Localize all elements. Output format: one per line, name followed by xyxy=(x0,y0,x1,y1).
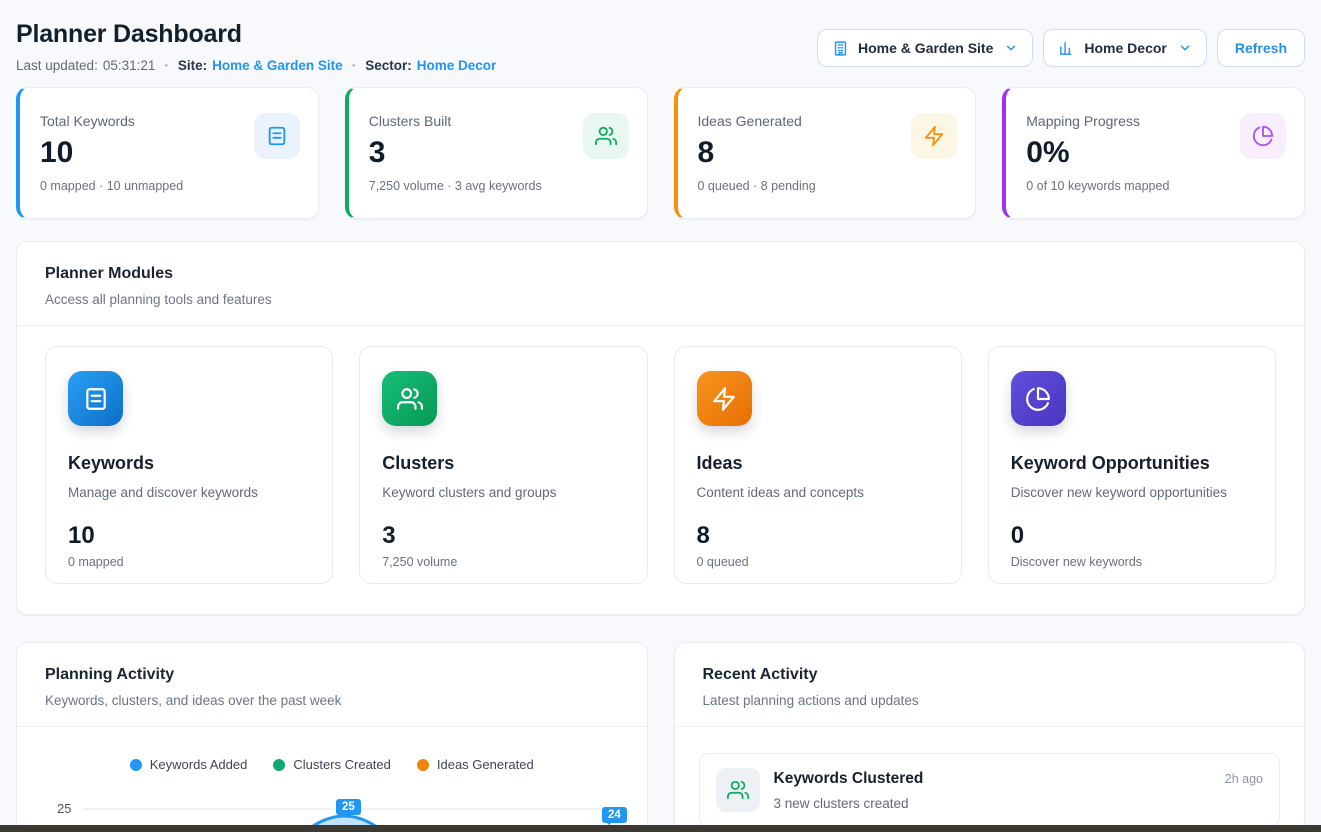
activity-panel-title: Planning Activity xyxy=(45,665,619,684)
recent-panel-subtitle: Latest planning actions and updates xyxy=(703,692,1277,709)
refresh-button[interactable]: Refresh xyxy=(1217,29,1305,67)
header-left: Planner Dashboard Last updated: 05:31:21… xyxy=(16,20,496,73)
module-card-keywords[interactable]: Keywords Manage and discover keywords 10… xyxy=(45,346,333,584)
data-point-label: 24 xyxy=(602,807,627,823)
header-meta: Last updated: 05:31:21 · Site: Home & Ga… xyxy=(16,58,496,73)
header-controls: Home & Garden Site Home Decor Refresh xyxy=(817,29,1305,67)
stat-card-total-keywords: Total Keywords 10 0 mapped · 10 unmapped xyxy=(16,87,319,219)
stat-sub: 0 queued · 8 pending xyxy=(698,179,956,193)
module-description: Keyword clusters and groups xyxy=(382,485,624,500)
activity-item-description: 3 new clusters created xyxy=(774,796,1264,811)
site-selector-dropdown[interactable]: Home & Garden Site xyxy=(817,29,1033,67)
bottom-row: Planning Activity Keywords, clusters, an… xyxy=(16,642,1305,832)
module-sub: 7,250 volume xyxy=(382,555,624,569)
users-icon xyxy=(716,768,760,812)
module-title: Keyword Opportunities xyxy=(1011,453,1253,474)
legend-dot xyxy=(273,759,285,771)
legend-item-keywords-added[interactable]: Keywords Added xyxy=(130,757,248,772)
site-label: Site: xyxy=(178,58,207,73)
module-title: Clusters xyxy=(382,453,624,474)
module-sub: 0 queued xyxy=(697,555,939,569)
module-description: Discover new keyword opportunities xyxy=(1011,485,1253,500)
module-sub: 0 mapped xyxy=(68,555,310,569)
module-card-keyword-opportunities[interactable]: Keyword Opportunities Discover new keywo… xyxy=(988,346,1276,584)
site-link[interactable]: Home & Garden Site xyxy=(212,58,343,73)
sector-label: Sector: xyxy=(365,58,412,73)
module-value: 8 xyxy=(697,524,939,548)
site-selector-label: Home & Garden Site xyxy=(858,40,993,56)
legend-item-ideas-generated[interactable]: Ideas Generated xyxy=(417,757,534,772)
legend-label: Keywords Added xyxy=(150,757,248,772)
module-card-clusters[interactable]: Clusters Keyword clusters and groups 3 7… xyxy=(359,346,647,584)
divider xyxy=(17,726,647,727)
stat-sub: 7,250 volume · 3 avg keywords xyxy=(369,179,627,193)
module-description: Content ideas and concepts xyxy=(697,485,939,500)
page-title: Planner Dashboard xyxy=(16,20,496,49)
meta-separator: · xyxy=(164,58,169,73)
users-icon xyxy=(583,113,629,159)
data-point-label: 25 xyxy=(336,799,361,815)
document-icon xyxy=(254,113,300,159)
pie-chart-icon xyxy=(1011,371,1066,426)
stat-card-ideas-generated: Ideas Generated 8 0 queued · 8 pending xyxy=(674,87,977,219)
chevron-down-icon xyxy=(1004,41,1018,55)
module-card-ideas[interactable]: Ideas Content ideas and concepts 8 0 que… xyxy=(674,346,962,584)
stat-sub: 0 mapped · 10 unmapped xyxy=(40,179,298,193)
module-value: 3 xyxy=(382,524,624,548)
meta-separator: · xyxy=(352,58,357,73)
modules-panel-subtitle: Access all planning tools and features xyxy=(45,291,1276,308)
pie-chart-icon xyxy=(1240,113,1286,159)
legend-dot xyxy=(417,759,429,771)
activity-item-keywords-clustered: Keywords Clustered 2h ago 3 new clusters… xyxy=(699,753,1281,827)
module-sub: Discover new keywords xyxy=(1011,555,1253,569)
stat-card-mapping-progress: Mapping Progress 0% 0 of 10 keywords map… xyxy=(1002,87,1305,219)
document-icon xyxy=(68,371,123,426)
stat-sub: 0 of 10 keywords mapped xyxy=(1026,179,1284,193)
bolt-icon xyxy=(911,113,957,159)
planning-activity-panel: Planning Activity Keywords, clusters, an… xyxy=(16,642,648,832)
modules-panel-title: Planner Modules xyxy=(45,264,1276,283)
y-axis-tick: 25 xyxy=(57,801,71,816)
modules-panel-header: Planner Modules Access all planning tool… xyxy=(17,242,1304,325)
last-updated-value: 05:31:21 xyxy=(103,58,156,73)
module-description: Manage and discover keywords xyxy=(68,485,310,500)
planner-dashboard-page: Planner Dashboard Last updated: 05:31:21… xyxy=(0,0,1321,832)
recent-activity-list: Keywords Clustered 2h ago 3 new clusters… xyxy=(675,727,1305,832)
activity-panel-header: Planning Activity Keywords, clusters, an… xyxy=(17,643,647,726)
sector-selector-label: Home Decor xyxy=(1084,40,1166,56)
building-icon xyxy=(832,40,849,57)
recent-panel-header: Recent Activity Latest planning actions … xyxy=(675,643,1305,726)
legend-dot xyxy=(130,759,142,771)
bar-chart-icon xyxy=(1058,40,1075,57)
stats-row: Total Keywords 10 0 mapped · 10 unmapped… xyxy=(16,87,1305,219)
users-icon xyxy=(382,371,437,426)
bolt-icon xyxy=(697,371,752,426)
chevron-down-icon xyxy=(1178,41,1192,55)
header: Planner Dashboard Last updated: 05:31:21… xyxy=(16,0,1305,73)
activity-item-timestamp: 2h ago xyxy=(1225,772,1263,786)
legend-item-clusters-created[interactable]: Clusters Created xyxy=(273,757,391,772)
legend-label: Ideas Generated xyxy=(437,757,534,772)
module-value: 0 xyxy=(1011,524,1253,548)
stat-card-clusters-built: Clusters Built 3 7,250 volume · 3 avg ke… xyxy=(345,87,648,219)
modules-grid: Keywords Manage and discover keywords 10… xyxy=(17,326,1304,614)
sector-link[interactable]: Home Decor xyxy=(417,58,497,73)
chart-legend: Keywords Added Clusters Created Ideas Ge… xyxy=(17,757,647,772)
planner-modules-panel: Planner Modules Access all planning tool… xyxy=(16,241,1305,615)
module-value: 10 xyxy=(68,524,310,548)
last-updated-label: Last updated: xyxy=(16,58,98,73)
recent-activity-panel: Recent Activity Latest planning actions … xyxy=(674,642,1306,832)
activity-item-title: Keywords Clustered xyxy=(774,770,924,788)
legend-label: Clusters Created xyxy=(293,757,391,772)
module-title: Ideas xyxy=(697,453,939,474)
recent-panel-title: Recent Activity xyxy=(703,665,1277,684)
bottom-edge-bar xyxy=(0,825,1321,832)
sector-selector-dropdown[interactable]: Home Decor xyxy=(1043,29,1206,67)
activity-item-text: Keywords Clustered 2h ago 3 new clusters… xyxy=(774,768,1264,812)
module-title: Keywords xyxy=(68,453,310,474)
activity-panel-subtitle: Keywords, clusters, and ideas over the p… xyxy=(45,692,619,709)
